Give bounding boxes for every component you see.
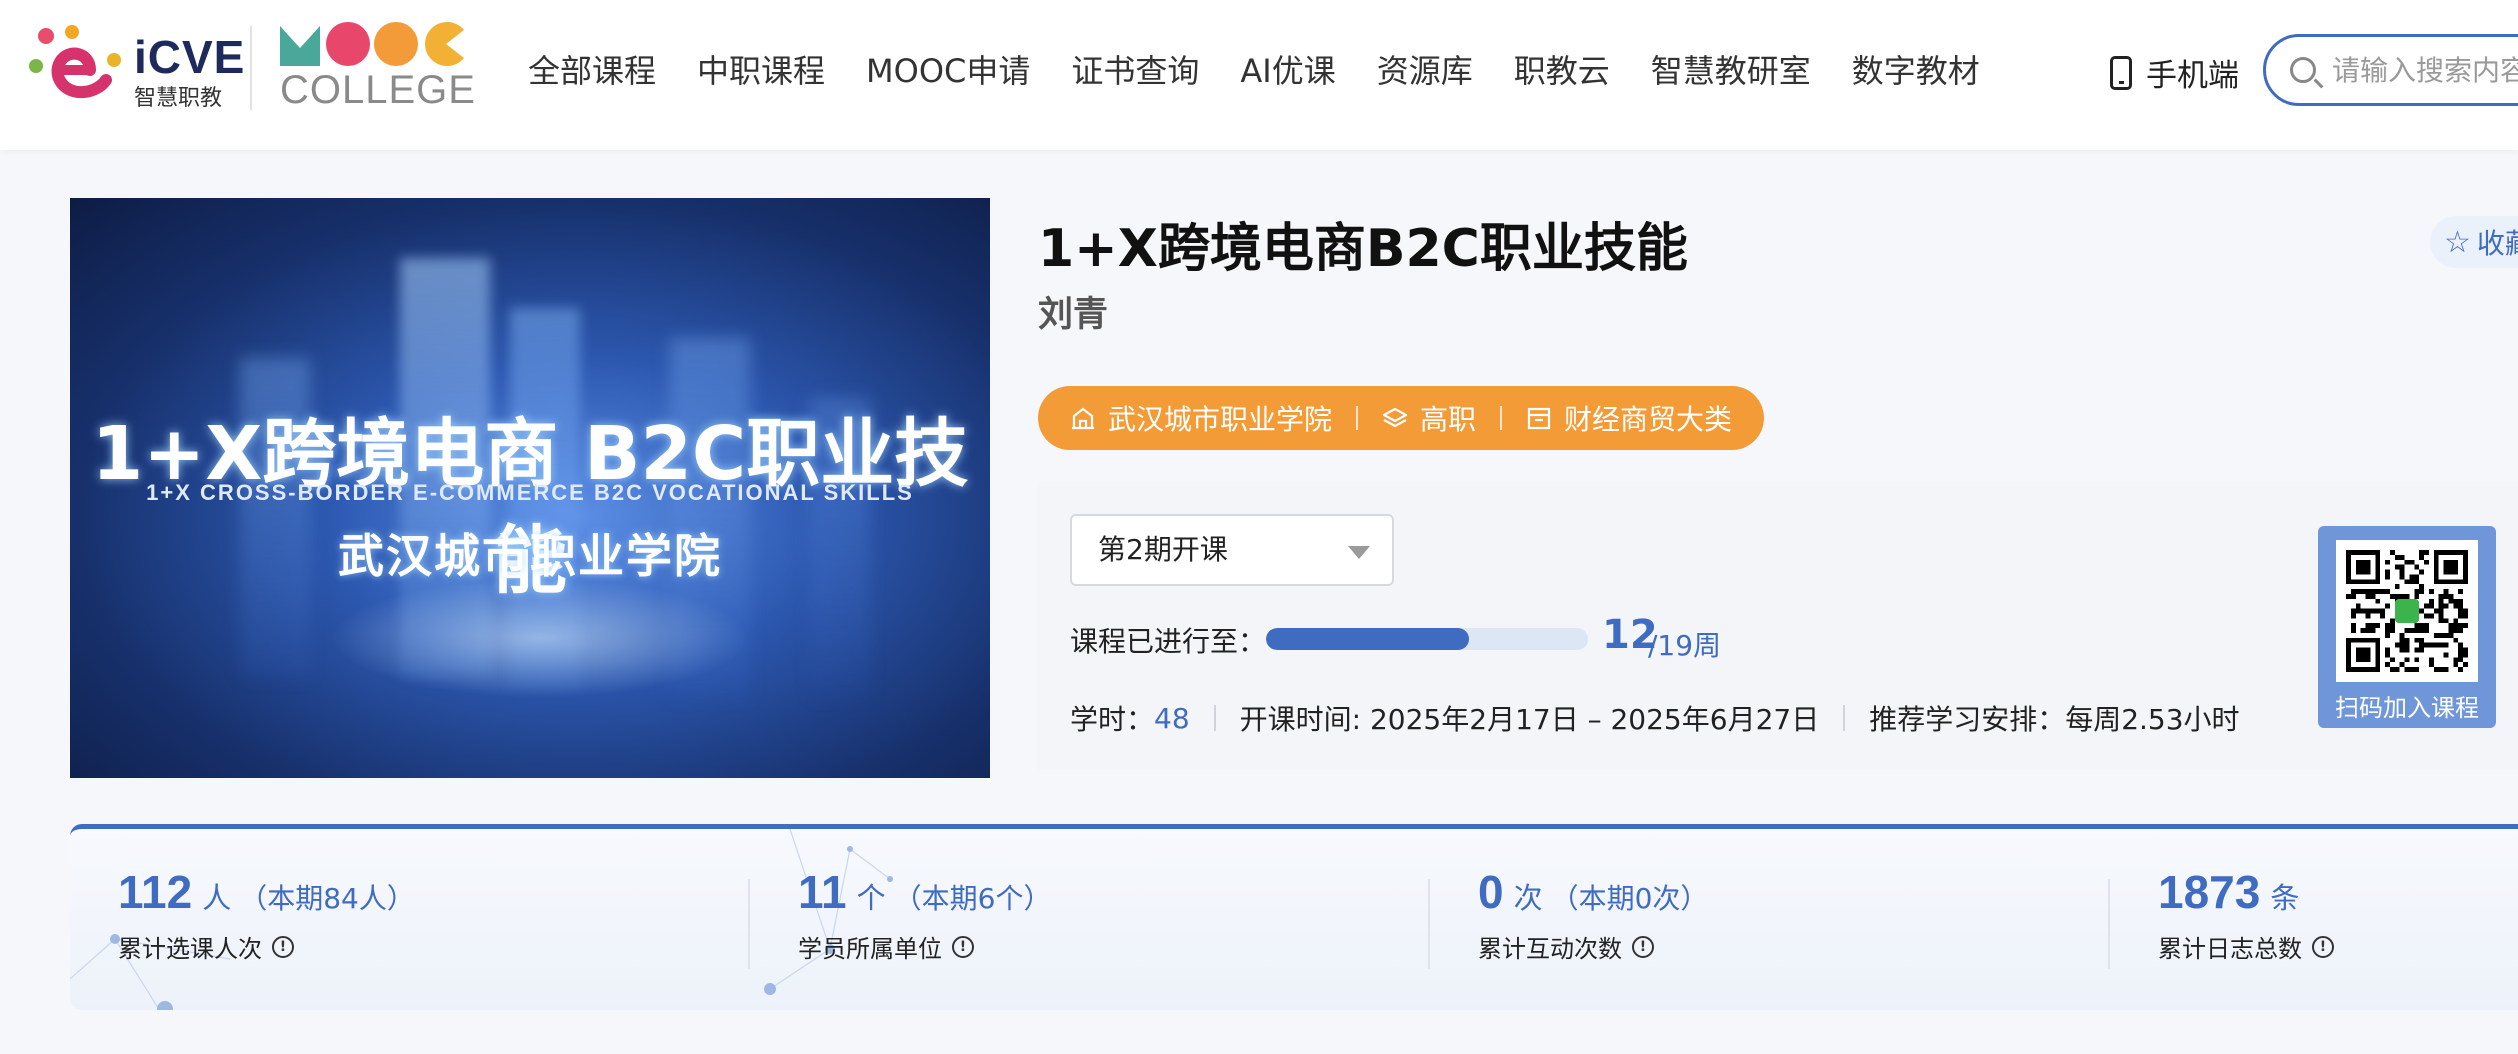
nav-smart-research-room[interactable]: 智慧教研室 <box>1651 46 1811 96</box>
stat-label: 累计互动次数 <box>1478 935 1622 963</box>
cover-school: 武汉城市职业学院 <box>338 529 722 583</box>
course-meta: 学时： 48 开课时间: 2025年2月17日 – 2025年6月27日 推荐学… <box>1070 698 2240 738</box>
course-progress-bar <box>1266 628 1588 650</box>
tag-level: 高职 <box>1382 398 1476 438</box>
nav-resource-library[interactable]: 资源库 <box>1377 46 1473 96</box>
stat-enrollments: 112 人 （本期84人） 累计选课人次 ! <box>118 865 415 964</box>
mooc-college-text: COLLEGE <box>280 68 476 112</box>
nav-all-courses[interactable]: 全部课程 <box>528 46 656 96</box>
course-tags: 武汉城市职业学院 高职 财经商贸大类 <box>1038 386 1765 450</box>
school-icon <box>1072 407 1094 430</box>
icve-logo-mark <box>29 25 121 99</box>
stat-separator <box>2108 879 2110 969</box>
stat-unit: 条 <box>2270 881 2300 915</box>
qr-code-icon <box>2346 550 2468 672</box>
logo-divider <box>250 26 252 110</box>
term-select[interactable]: 第2期开课 <box>1070 514 1394 586</box>
tag-level-label: 高职 <box>1420 403 1477 436</box>
meta-separator <box>1843 705 1846 731</box>
mooc-college-logo[interactable]: COLLEGE <box>278 20 478 120</box>
cover-subtitle-en: 1+X CROSS-BORDER E-COMMERCE B2C VOCATION… <box>146 480 914 505</box>
course-stats-bar: 112 人 （本期84人） 累计选课人次 ! 11 个 （本期6个） 学员所属单… <box>70 824 2518 1010</box>
layers-icon <box>1382 407 1408 428</box>
nav-certificate-query[interactable]: 证书查询 <box>1071 46 1199 96</box>
search-box[interactable] <box>2263 34 2518 106</box>
network-decoration <box>70 829 893 1010</box>
nav-secondary-courses[interactable]: 中职课程 <box>697 46 825 96</box>
nav-ai-courses[interactable]: AI优课 <box>1240 46 1335 96</box>
stat-unit: 个 <box>856 881 886 915</box>
stat-period: （本期0次） <box>1550 882 1709 915</box>
course-progress-fill <box>1266 628 1470 650</box>
icve-sub-text: 智慧职教 <box>134 86 223 111</box>
qr-label: 扫码加入课程 <box>2335 694 2479 722</box>
main-nav: 全部课程 中职课程 MOOC申请 证书查询 AI优课 资源库 职教云 智慧教研室… <box>528 46 2021 96</box>
favorite-label: 收藏 <box>2476 227 2518 260</box>
meta-separator <box>1213 705 1216 731</box>
tag-school-label: 武汉城市职业学院 <box>1108 403 1333 436</box>
nav-digital-textbooks[interactable]: 数字教材 <box>1852 46 1980 96</box>
stat-units: 11 个 （本期6个） 学员所属单位 ! <box>798 865 1051 964</box>
term-select-value: 第2期开课 <box>1098 533 1228 566</box>
course-title: 1+X跨境电商B2C职业技能 <box>1038 219 1688 279</box>
stat-value: 11 <box>798 866 847 918</box>
tag-category: 财经商贸大类 <box>1526 398 1732 438</box>
progress-total-weeks: /19周 <box>1648 629 1722 662</box>
mobile-link[interactable]: 手机端 <box>2110 50 2239 95</box>
stat-value: 0 <box>1478 866 1504 918</box>
stat-label: 累计日志总数 <box>2158 935 2302 963</box>
stat-interactions: 0 次 （本期0次） 累计互动次数 ! <box>1478 865 1708 964</box>
progress-label: 课程已进行至： <box>1070 625 1267 658</box>
qr-code <box>2336 540 2478 682</box>
stat-label: 学员所属单位 <box>798 935 942 963</box>
search-icon[interactable] <box>2290 57 2316 83</box>
course-info-panel: 第2期开课 课程已进行至： 12 /19周 学时： 48 开课时间: 2025年… <box>1038 482 2518 770</box>
stat-label: 累计选课人次 <box>118 935 262 963</box>
stat-separator <box>1428 879 1430 969</box>
stat-unit: 人 <box>202 881 232 915</box>
info-icon[interactable]: ! <box>952 935 974 958</box>
tag-category-label: 财经商贸大类 <box>1564 403 1733 436</box>
tag-separator <box>1356 406 1359 430</box>
mooc-logo-mark <box>280 22 464 67</box>
star-icon: ☆ <box>2444 224 2471 260</box>
stat-period: （本期6个） <box>893 882 1052 915</box>
mobile-label: 手机端 <box>2146 58 2239 94</box>
hours-label: 学时： <box>1070 703 1155 736</box>
top-header: iCVE 智慧职教 COLLEGE 全部课程 中职课程 MOOC申请 证书查询 … <box>0 0 2518 150</box>
stat-value: 112 <box>118 866 193 918</box>
phone-icon <box>2110 55 2132 90</box>
tag-school: 武汉城市职业学院 <box>1070 398 1332 438</box>
nav-mooc-apply[interactable]: MOOC申请 <box>866 46 1030 96</box>
category-icon <box>1527 407 1551 430</box>
stat-unit: 次 <box>1513 881 1543 915</box>
course-cover-image: 1+X跨境电商 B2C职业技能 1+X CROSS-BORDER E-COMME… <box>70 198 990 778</box>
stat-separator <box>748 879 750 969</box>
stat-logs: 1873 条 累计日志总数 ! <box>2158 865 2334 964</box>
course-teacher[interactable]: 刘青 <box>1038 286 1108 337</box>
favorite-button[interactable]: ☆ 收藏 <box>2430 216 2518 268</box>
stat-value: 1873 <box>2158 866 2261 918</box>
info-icon[interactable]: ! <box>2312 935 2334 958</box>
icve-logo[interactable]: iCVE 智慧职教 <box>28 22 248 112</box>
info-icon[interactable]: ! <box>272 935 294 958</box>
info-icon[interactable]: ! <box>1632 935 1654 958</box>
tag-separator <box>1500 406 1503 430</box>
course-dates: 开课时间: 2025年2月17日 – 2025年6月27日 <box>1239 703 1820 736</box>
study-schedule: 推荐学习安排：每周2.53小时 <box>1869 703 2240 736</box>
nav-vocational-cloud[interactable]: 职教云 <box>1514 46 1610 96</box>
qr-join-card[interactable]: 扫码加入课程 <box>2318 526 2496 728</box>
hours-value: 48 <box>1154 701 1190 735</box>
search-input[interactable] <box>2332 53 2518 87</box>
stat-period: （本期84人） <box>239 882 415 915</box>
icve-brand-text: iCVE <box>134 31 246 83</box>
chevron-down-icon <box>1348 546 1370 559</box>
